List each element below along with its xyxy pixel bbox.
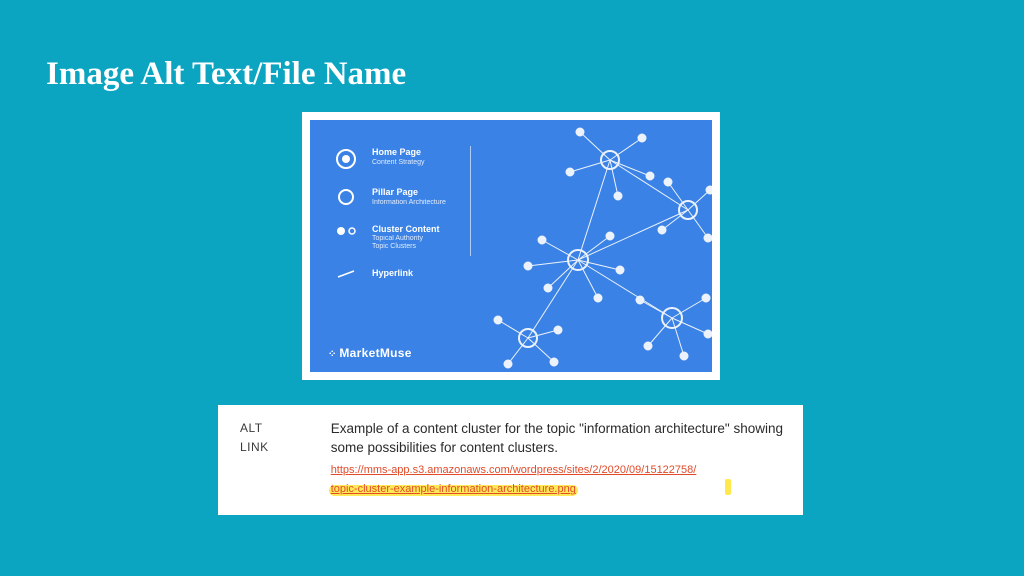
legend-divider [470, 146, 471, 256]
stray-highlight-mark [725, 479, 731, 495]
slide-title: Image Alt Text/File Name [46, 56, 406, 93]
hyperlink-icon [334, 269, 358, 279]
pillar-page-icon [334, 188, 358, 206]
diagram-inner: Home Page Content Strategy Pillar Page I… [310, 120, 712, 372]
alt-body-column: Example of a content cluster for the top… [331, 419, 785, 505]
home-page-icon [334, 148, 358, 170]
brand-text: MarketMuse [339, 346, 411, 360]
image-url-link[interactable]: https://mms-app.s3.amazonaws.com/wordpre… [331, 464, 697, 495]
legend-title: Pillar Page [372, 188, 446, 198]
alt-text-panel: ALT LINK Example of a content cluster fo… [218, 405, 803, 515]
diagram-card: Home Page Content Strategy Pillar Page I… [302, 112, 720, 380]
url-part-1: https://mms-app.s3.amazonaws.com/wordpre… [331, 464, 697, 476]
legend-row-hyperlink: Hyperlink [334, 269, 446, 279]
legend-title: Hyperlink [372, 269, 413, 279]
legend-row-cluster: Cluster Content Topical Authority Topic … [334, 225, 446, 251]
brand-dots-icon: ⁘ [328, 349, 335, 360]
legend-row-home: Home Page Content Strategy [334, 148, 446, 170]
brand-label: ⁘ MarketMuse [328, 346, 412, 360]
alt-labels-column: ALT LINK [240, 419, 269, 505]
legend-sub: Content Strategy [372, 159, 425, 167]
cluster-content-icon [334, 225, 358, 237]
link-label: LINK [240, 438, 269, 457]
legend-sub: Topical Authority Topic Clusters [372, 235, 440, 250]
legend-row-pillar: Pillar Page Information Architecture [334, 188, 446, 207]
alt-description: Example of a content cluster for the top… [331, 419, 785, 457]
legend-title: Home Page [372, 148, 425, 158]
url-highlighted: topic-cluster-example-information-archit… [331, 483, 576, 495]
alt-label: ALT [240, 419, 269, 438]
diagram-legend: Home Page Content Strategy Pillar Page I… [334, 148, 446, 297]
legend-title: Cluster Content [372, 225, 440, 235]
url-part-2: topic-cluster-example-information-archit… [331, 483, 576, 495]
legend-sub: Information Architecture [372, 199, 446, 207]
